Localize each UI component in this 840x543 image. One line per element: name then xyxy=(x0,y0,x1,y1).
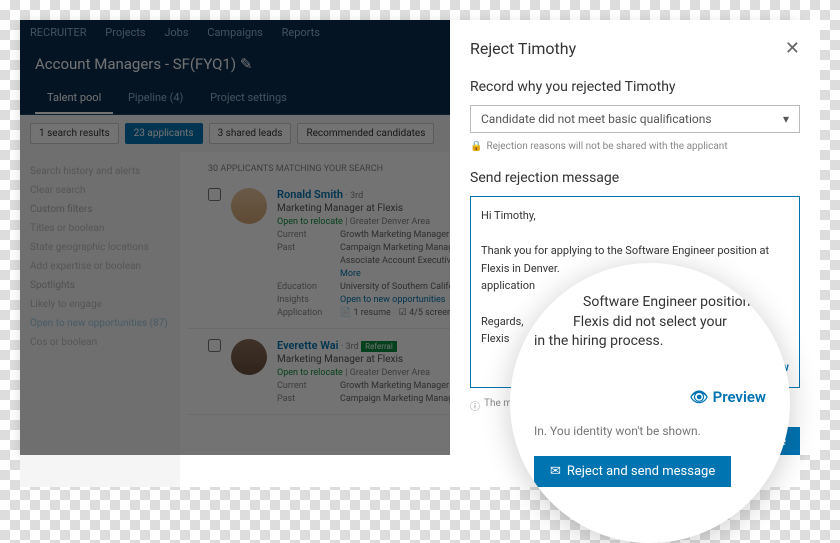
reject-send-button[interactable]: ✉ Reject and send message xyxy=(534,456,731,487)
tab-pipeline[interactable]: Pipeline (4) xyxy=(116,83,195,112)
zoom-callout: Software Engineer position at Flexis did… xyxy=(510,263,790,543)
reason-select[interactable]: Candidate did not meet basic qualificati… xyxy=(470,105,800,133)
chevron-down-icon: ▾ xyxy=(783,112,789,126)
avatar xyxy=(231,339,267,375)
lock-icon: 🔒 xyxy=(470,141,482,152)
shared-leads-pill[interactable]: 3 shared leads xyxy=(209,123,292,144)
tab-settings[interactable]: Project settings xyxy=(198,83,299,112)
nav-projects[interactable]: Projects xyxy=(105,26,145,39)
tab-talent-pool[interactable]: Talent pool xyxy=(35,83,113,114)
mail-icon: ✉ xyxy=(550,464,561,479)
recommended-pill[interactable]: Recommended candidates xyxy=(297,123,434,144)
record-heading: Record why you rejected Timothy xyxy=(470,79,800,95)
applicants-pill[interactable]: 23 applicants xyxy=(125,123,203,144)
nav-reports[interactable]: Reports xyxy=(282,26,320,39)
clear-search[interactable]: Clear search xyxy=(30,181,170,200)
avatar xyxy=(231,188,267,224)
select-checkbox[interactable] xyxy=(208,339,221,352)
modal-title: Reject Timothy xyxy=(470,39,576,58)
select-checkbox[interactable] xyxy=(208,188,221,201)
edit-icon[interactable]: ✎ xyxy=(240,55,253,73)
nav-campaigns[interactable]: Campaigns xyxy=(207,26,263,39)
eye-icon: 👁 xyxy=(690,388,709,406)
close-icon[interactable]: ✕ xyxy=(785,38,800,59)
sidebar: Search history and alerts Clear search C… xyxy=(20,152,180,487)
info-icon: ⓘ xyxy=(470,398,480,413)
send-heading: Send rejection message xyxy=(470,170,800,186)
preview-link[interactable]: 👁 Preview xyxy=(534,388,766,406)
nav-jobs[interactable]: Jobs xyxy=(164,26,188,39)
search-results-pill[interactable]: 1 search results xyxy=(30,123,119,144)
privacy-hint: 🔒 Rejection reasons will not be shared w… xyxy=(470,141,800,152)
